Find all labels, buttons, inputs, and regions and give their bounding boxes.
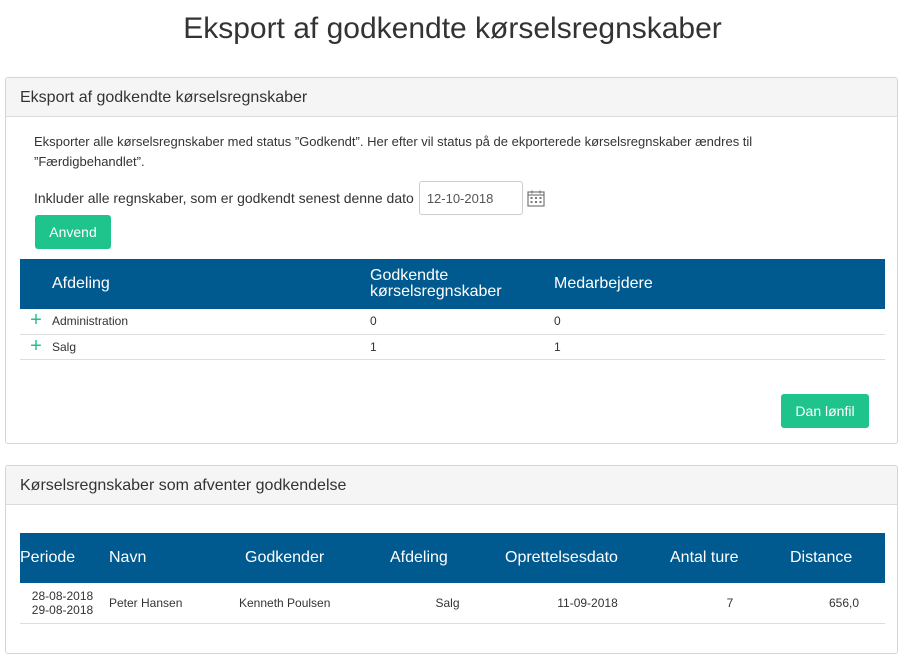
date-label: Inkluder alle regnskaber, som er godkend… [34, 190, 414, 206]
table-row[interactable]: + Administration 0 0 [20, 309, 885, 335]
department-name: Administration [52, 309, 370, 335]
pending-panel-heading: Kørselsregnskaber som afventer godkendel… [6, 466, 897, 505]
header-name[interactable]: Navn [105, 533, 235, 583]
plus-icon[interactable]: + [29, 336, 43, 356]
pending-table-header: Periode Navn Godkender Afdeling Oprettel… [20, 533, 885, 583]
pending-table: Periode Navn Godkender Afdeling Oprettel… [20, 533, 885, 624]
period-to: 29-08-2018 [31, 602, 94, 617]
header-trips[interactable]: Antal ture [670, 533, 790, 583]
header-distance[interactable]: Distance [790, 533, 885, 583]
header-department[interactable]: Afdeling [390, 533, 505, 583]
table-row[interactable]: 28-08-2018 29-08-2018 Peter Hansen Kenne… [20, 583, 885, 624]
distance-value: 656,0 [790, 583, 885, 624]
pending-panel: Kørselsregnskaber som afventer godkendel… [5, 465, 898, 654]
header-approved[interactable]: Godkendte kørselsregnskaber [370, 259, 554, 309]
period-from: 28-08-2018 [31, 588, 94, 603]
approved-count: 1 [370, 334, 554, 360]
department-table: Afdeling Godkendte kørselsregnskaber Med… [20, 259, 885, 360]
date-input[interactable] [418, 181, 523, 215]
department-name: Salg [390, 583, 505, 624]
employee-name: Peter Hansen [105, 583, 235, 624]
approved-count: 0 [370, 309, 554, 335]
header-approver[interactable]: Godkender [235, 533, 390, 583]
department-name: Salg [52, 334, 370, 360]
trip-count: 7 [670, 583, 790, 624]
calendar-icon[interactable] [527, 190, 545, 207]
apply-button[interactable]: Anvend [35, 215, 111, 249]
create-payfile-button[interactable]: Dan lønfil [781, 394, 869, 428]
export-panel: Eksport af godkendte kørselsregnskaber E… [5, 77, 898, 444]
approver-name: Kenneth Poulsen [235, 583, 390, 624]
header-period[interactable]: Periode [20, 533, 105, 583]
employee-count: 0 [554, 309, 885, 335]
header-spacer [20, 259, 52, 309]
header-created[interactable]: Oprettelsesdato [505, 533, 670, 583]
department-table-header: Afdeling Godkendte kørselsregnskaber Med… [20, 259, 885, 309]
table-row[interactable]: + Salg 1 1 [20, 334, 885, 360]
export-panel-heading: Eksport af godkendte kørselsregnskaber [6, 78, 897, 117]
date-filter-row: Inkluder alle regnskaber, som er godkend… [34, 181, 545, 215]
created-date: 11-09-2018 [505, 583, 670, 624]
header-employees[interactable]: Medarbejdere [554, 259, 885, 309]
export-description: Eksporter alle kørselsregnskaber med sta… [34, 134, 753, 169]
page-title: Eksport af godkendte kørselsregnskaber [183, 12, 722, 45]
period-cell: 28-08-2018 29-08-2018 [20, 583, 105, 624]
plus-icon[interactable]: + [29, 310, 43, 330]
employee-count: 1 [554, 334, 885, 360]
header-department[interactable]: Afdeling [52, 259, 370, 309]
